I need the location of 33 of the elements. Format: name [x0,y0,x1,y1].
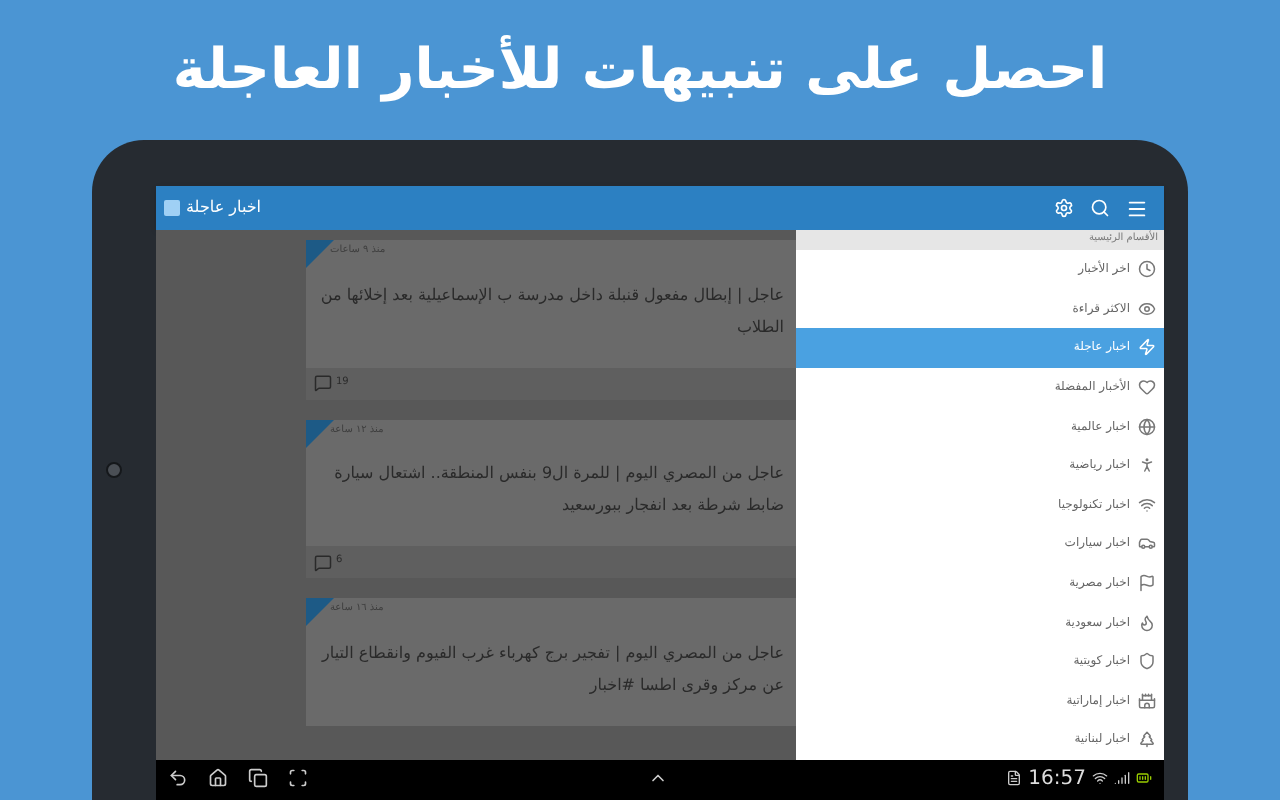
news-text: عاجل من المصري اليوم | تفجير برج كهرباء غرب الفيوم وانقطاع التيار عن مركز وقرى اطسا #اخبار [319,641,786,698]
shield-icon [1138,652,1156,671]
runner-icon [1138,456,1156,475]
camera-icon [106,462,122,478]
ribbon-icon [306,419,334,447]
battery-icon [1136,770,1152,786]
flag-icon [1138,574,1156,593]
news-text: عاجل من المصري اليوم | للمرة ال9 بنفس المنطقة.. اشتعال سيارة ضابط شرطة بعد انفجار ببورسعيد [332,462,786,518]
comment-icon [314,374,332,392]
clock-time: 16:57 [1028,765,1086,793]
clock-icon [1138,260,1156,279]
cedar-tree-icon [1138,730,1156,749]
wifi-icon [1092,770,1108,786]
home-icon[interactable] [208,768,228,788]
ribbon-icon [306,598,334,626]
tower-icon [1138,691,1156,710]
headline: احصل على تنبيهات للأخبار العاجلة [172,33,1108,106]
heart-icon [1138,378,1156,397]
news-text: عاجل | إبطال مفعول قنبلة داخل مدرسة ب الإسماعيلية بعد إخلائها من الطلاب [318,283,786,339]
comment-icon [314,553,332,571]
lightning-icon [1138,338,1156,357]
signal-icon [1114,770,1130,786]
back-icon[interactable] [168,768,188,788]
wifi-icon [1138,495,1156,514]
file-icon [1006,770,1023,786]
globe-icon [1138,417,1156,436]
app-logo-icon [164,200,180,216]
recent-apps-icon[interactable] [248,768,268,788]
ribbon-icon [306,240,334,268]
screenshot-icon[interactable] [288,768,308,788]
app-bar-title: اخبار عاجلة [186,196,262,220]
eye-icon [1138,299,1156,318]
car-icon [1138,534,1156,553]
